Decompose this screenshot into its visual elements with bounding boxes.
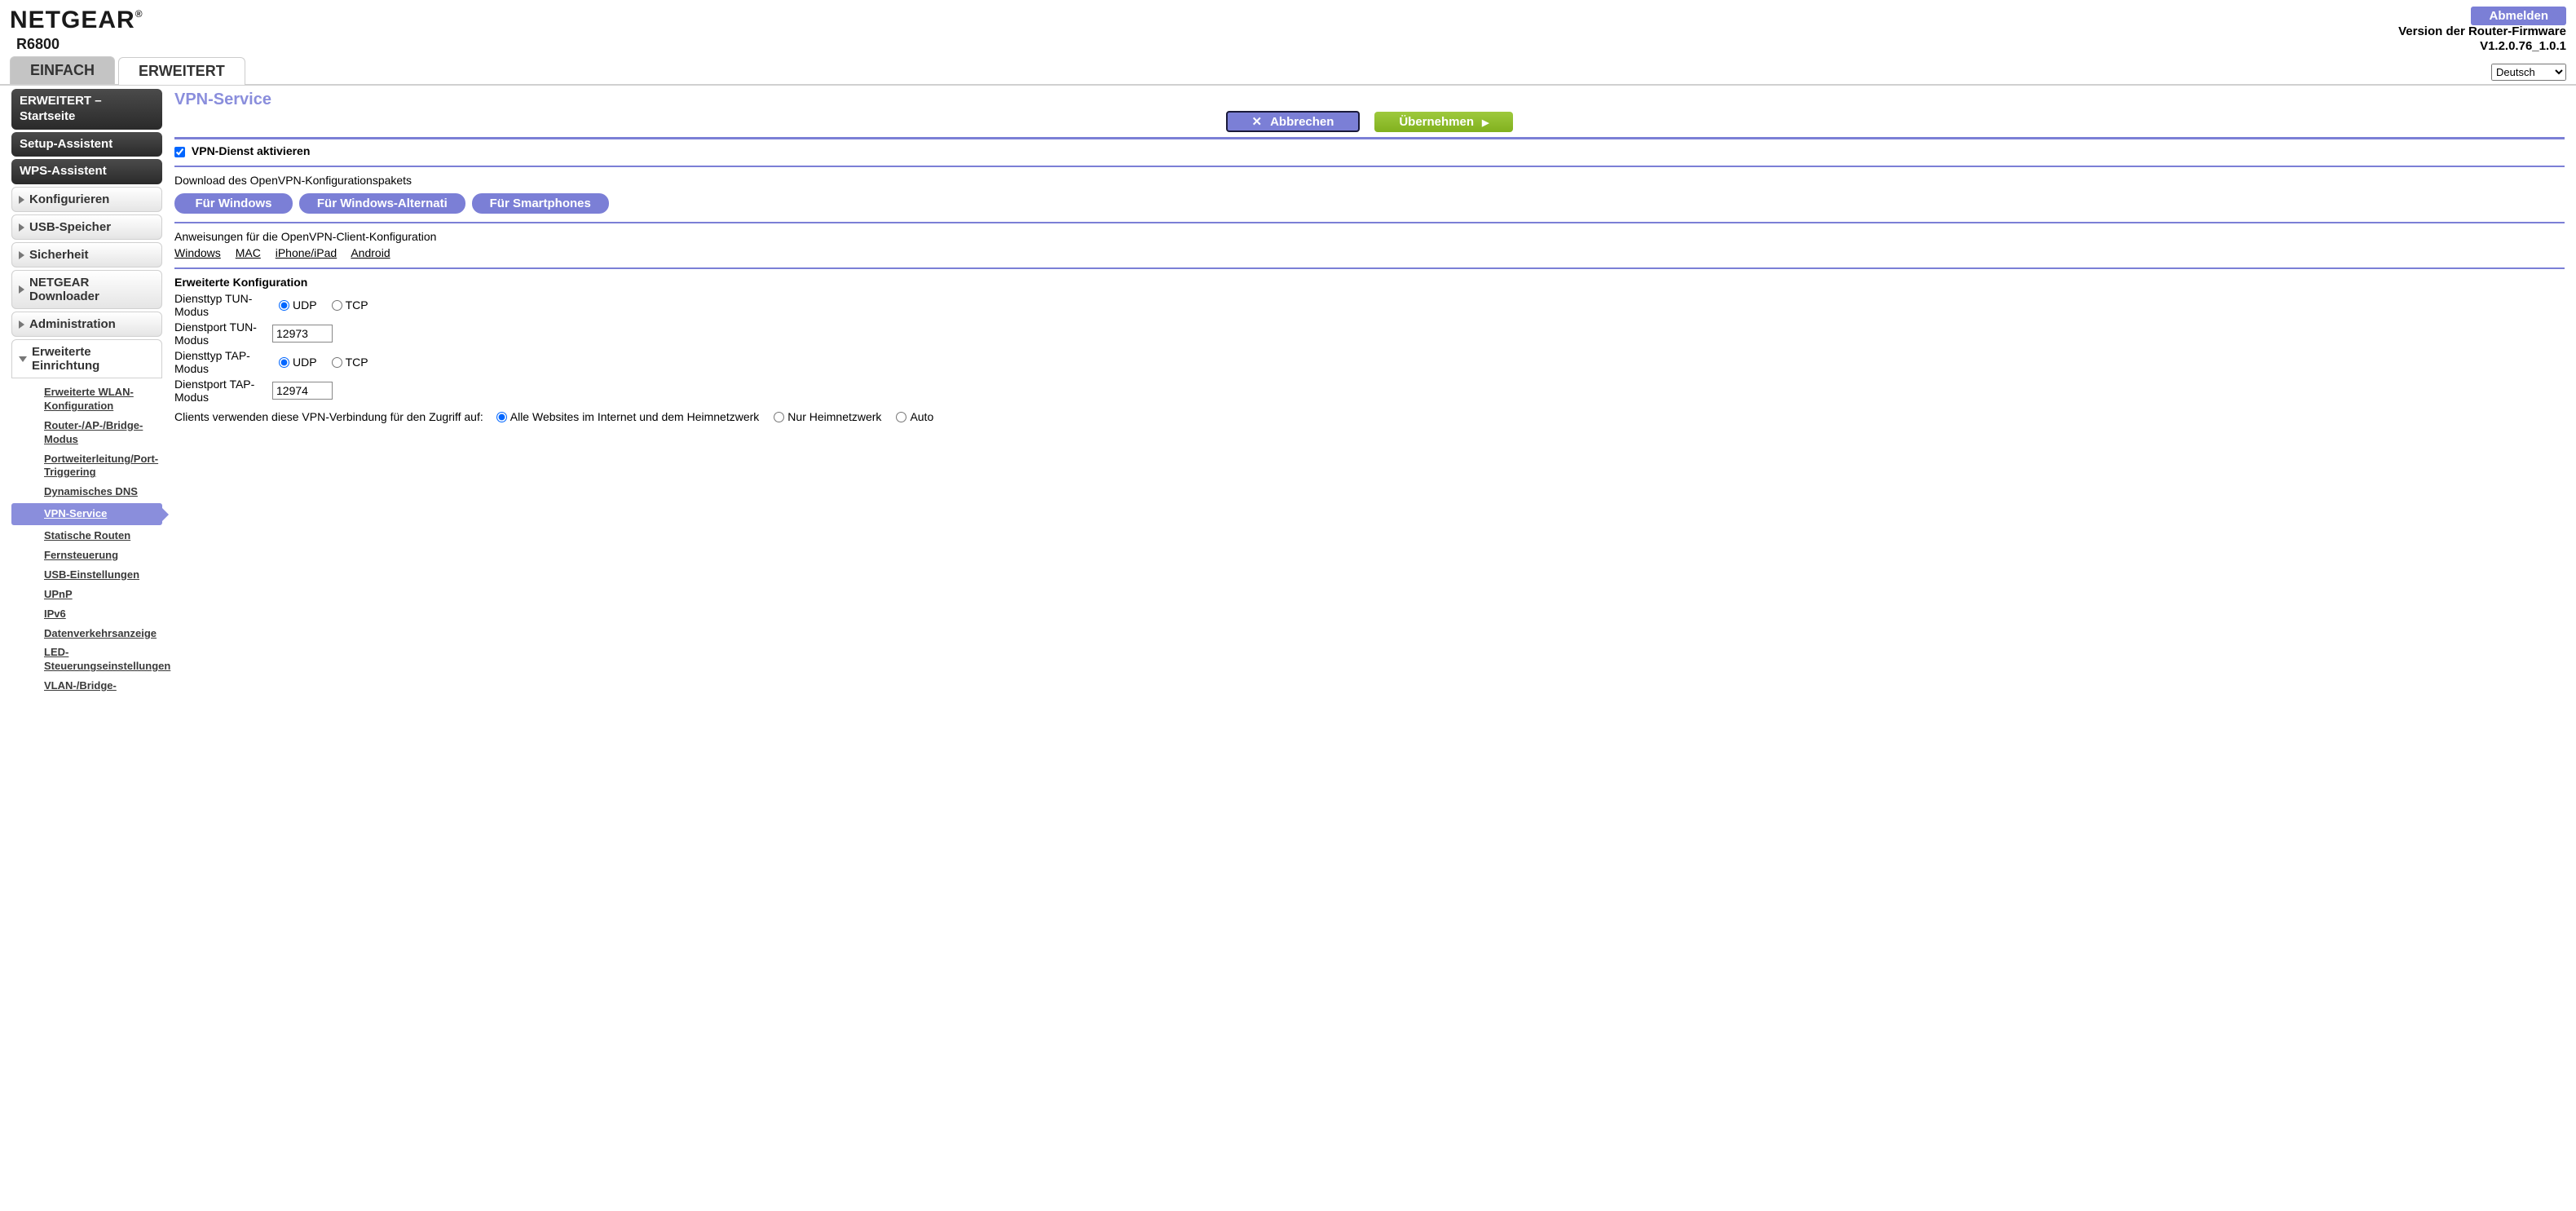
sidebar-home[interactable]: ERWEITERT – Startseite: [11, 89, 162, 130]
tap-tcp-label: TCP: [346, 356, 368, 369]
sidebar-wps-wizard[interactable]: WPS-Assistent: [11, 159, 162, 184]
enable-vpn-checkbox[interactable]: [174, 147, 185, 157]
download-label: Download des OpenVPN-Konfigurationspaket…: [174, 174, 2565, 187]
brand-logo: NETGEAR®: [10, 7, 2566, 34]
link-android[interactable]: Android: [351, 246, 390, 259]
tap-port-label: Dienstport TAP-Modus: [174, 378, 272, 404]
subnav-ipv6[interactable]: IPv6: [11, 606, 162, 623]
sidebar-usb[interactable]: USB-Speicher: [11, 214, 162, 240]
language-select[interactable]: Deutsch: [2491, 64, 2566, 81]
access-home-radio[interactable]: [774, 412, 784, 422]
chevron-right-icon: [19, 285, 24, 294]
download-windows-button[interactable]: Für Windows: [174, 193, 293, 214]
advanced-config-heading: Erweiterte Konfiguration: [174, 276, 2565, 289]
subnav-traffic[interactable]: Datenverkehrsanzeige: [11, 625, 162, 643]
sidebar-security[interactable]: Sicherheit: [11, 242, 162, 267]
close-icon: ✕: [1252, 115, 1263, 129]
sidebar-subnav: Erweiterte WLAN-Konfiguration Router-/AP…: [11, 381, 163, 695]
link-mac[interactable]: MAC: [236, 246, 261, 259]
logout-button[interactable]: Abmelden: [2471, 7, 2566, 25]
subnav-led[interactable]: LED-Steuerungseinstellungen: [11, 644, 162, 675]
tun-port-input[interactable]: [272, 325, 333, 343]
subnav-wlan[interactable]: Erweiterte WLAN-Konfiguration: [11, 384, 162, 415]
sidebar-downloader[interactable]: NETGEAR Downloader: [11, 270, 162, 309]
apply-button[interactable]: Übernehmen▶: [1374, 112, 1513, 132]
chevron-right-icon: [19, 223, 24, 232]
tun-tcp-label: TCP: [346, 298, 368, 312]
chevron-right-icon: [19, 320, 24, 329]
chevron-down-icon: [19, 356, 27, 362]
tab-basic[interactable]: EINFACH: [10, 56, 115, 84]
tun-tcp-radio[interactable]: [332, 300, 342, 311]
sidebar-configure[interactable]: Konfigurieren: [11, 187, 162, 212]
chevron-right-icon: [19, 196, 24, 204]
subnav-router-mode[interactable]: Router-/AP-/Bridge-Modus: [11, 418, 162, 449]
firmware-info: Version der Router-Firmware V1.2.0.76_1.…: [2398, 24, 2566, 54]
link-iphone[interactable]: iPhone/iPad: [276, 246, 337, 259]
link-windows[interactable]: Windows: [174, 246, 221, 259]
subnav-upnp[interactable]: UPnP: [11, 586, 162, 603]
access-auto-label: Auto: [910, 410, 933, 423]
tun-type-label: Diensttyp TUN-Modus: [174, 292, 272, 318]
subnav-vpn[interactable]: VPN-Service: [11, 503, 162, 525]
cancel-button[interactable]: ✕Abbrechen: [1226, 111, 1361, 132]
subnav-static-routes[interactable]: Statische Routen: [11, 528, 162, 545]
access-label: Clients verwenden diese VPN-Verbindung f…: [174, 410, 483, 423]
tap-tcp-radio[interactable]: [332, 357, 342, 368]
subnav-port-forward[interactable]: Portweiterleitung/Port-Triggering: [11, 451, 162, 482]
subnav-vlan[interactable]: VLAN-/Bridge-: [11, 678, 162, 695]
tun-udp-radio[interactable]: [279, 300, 289, 311]
sidebar-administration[interactable]: Administration: [11, 312, 162, 337]
chevron-right-icon: [19, 251, 24, 259]
sidebar: ERWEITERT – Startseite Setup-Assistent W…: [0, 86, 163, 697]
tab-advanced[interactable]: ERWEITERT: [118, 57, 245, 85]
sidebar-setup-wizard[interactable]: Setup-Assistent: [11, 132, 162, 157]
subnav-ddns[interactable]: Dynamisches DNS: [11, 484, 162, 501]
tap-type-label: Diensttyp TAP-Modus: [174, 349, 272, 375]
tap-port-input[interactable]: [272, 382, 333, 400]
tun-udp-label: UDP: [293, 298, 317, 312]
access-auto-radio[interactable]: [896, 412, 906, 422]
tap-udp-radio[interactable]: [279, 357, 289, 368]
page-title: VPN-Service: [174, 91, 2565, 109]
enable-vpn-label: VPN-Dienst aktivieren: [192, 144, 311, 157]
tun-port-label: Dienstport TUN-Modus: [174, 320, 272, 347]
sidebar-advanced-setup[interactable]: Erweiterte Einrichtung: [11, 339, 162, 378]
access-home-label: Nur Heimnetzwerk: [787, 410, 881, 423]
access-all-label: Alle Websites im Internet und dem Heimne…: [510, 410, 760, 423]
access-all-radio[interactable]: [496, 412, 507, 422]
model-label: R6800: [16, 36, 2566, 53]
arrow-right-icon: ▶: [1482, 118, 1489, 128]
subnav-usb-settings[interactable]: USB-Einstellungen: [11, 567, 162, 584]
subnav-remote[interactable]: Fernsteuerung: [11, 547, 162, 564]
instructions-label: Anweisungen für die OpenVPN-Client-Konfi…: [174, 230, 2565, 243]
tap-udp-label: UDP: [293, 356, 317, 369]
download-windows-alt-button[interactable]: Für Windows-Alternati: [299, 193, 465, 214]
download-smartphones-button[interactable]: Für Smartphones: [472, 193, 609, 214]
